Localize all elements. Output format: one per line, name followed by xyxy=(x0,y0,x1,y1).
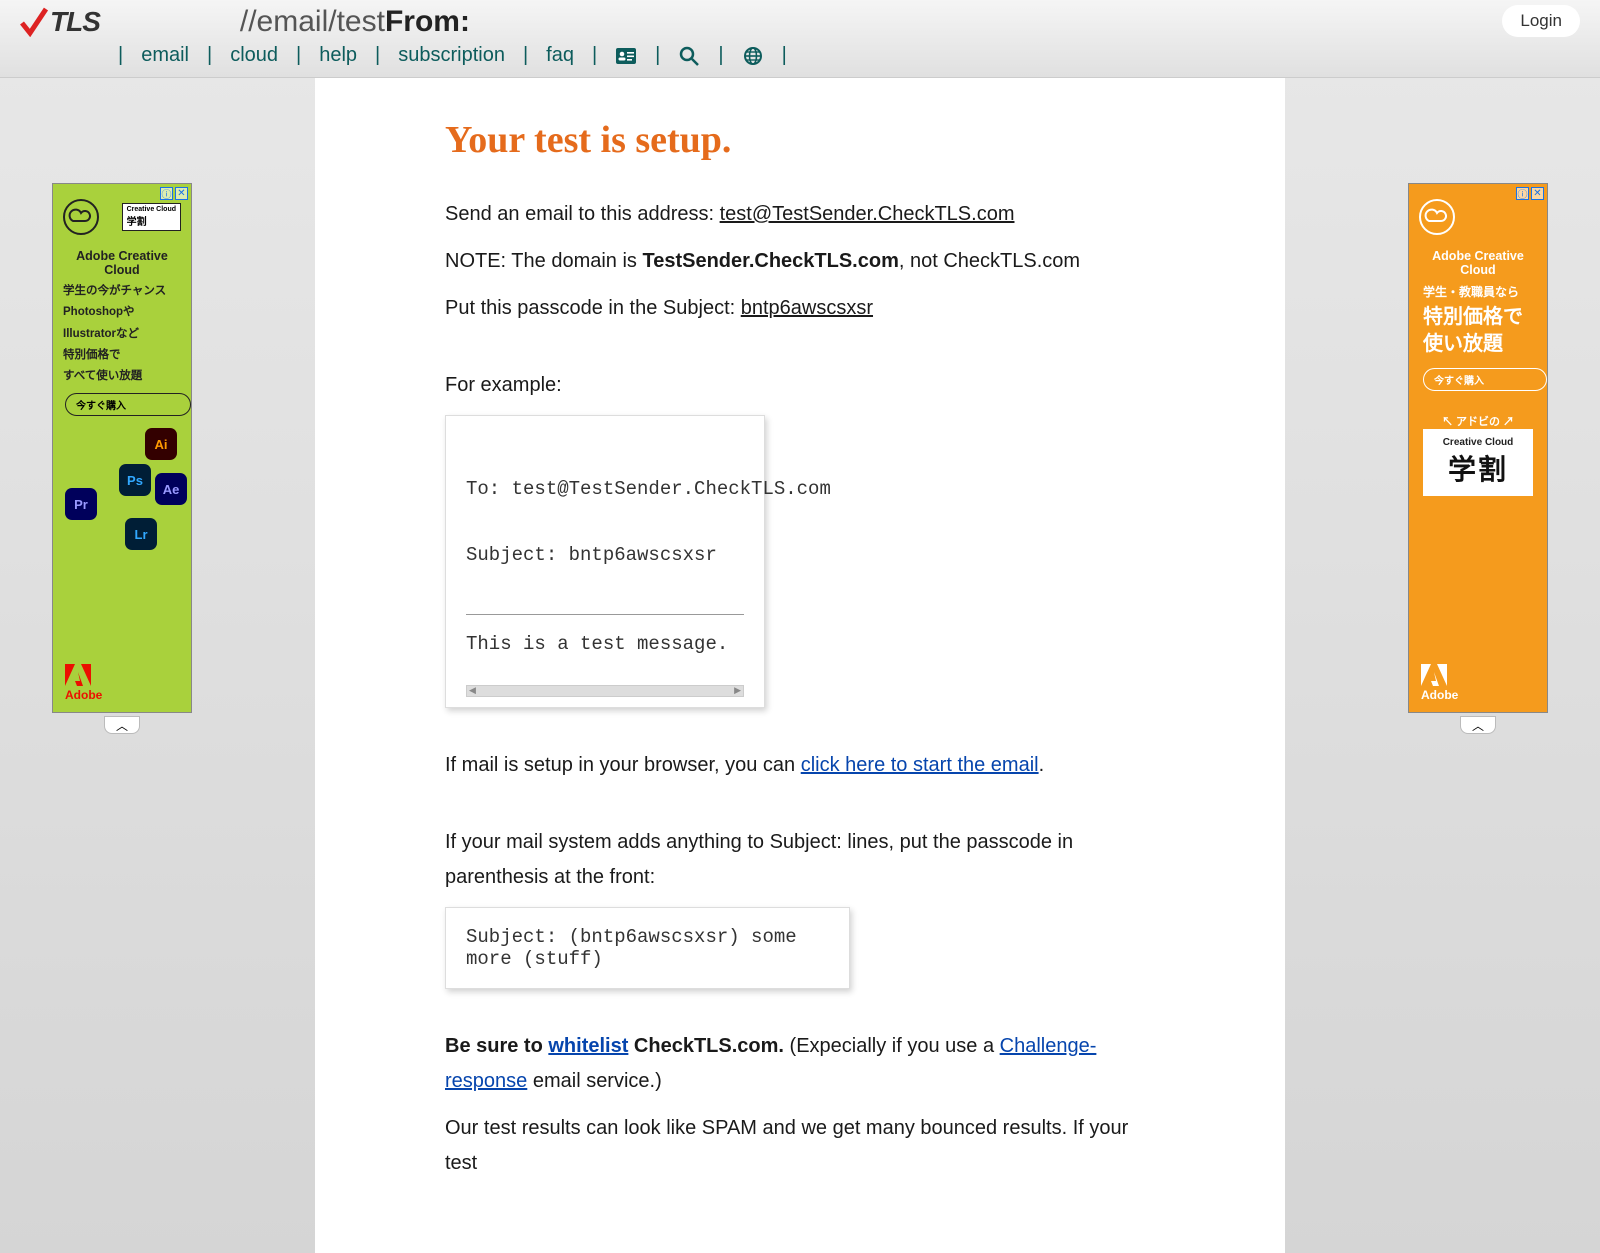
whitelist-link[interactable]: whitelist xyxy=(548,1035,628,1057)
nav: | email | cloud | help | subscription | … xyxy=(0,39,1600,72)
ad-left[interactable]: ⓘ✕ Creative Cloud学割 Adobe Creative Cloud… xyxy=(52,183,192,713)
ad-left-cta[interactable]: 今すぐ購入 xyxy=(65,393,191,416)
nav-help[interactable]: help xyxy=(319,44,357,67)
example-email-box: To: test@TestSender.CheckTLS.com Subject… xyxy=(445,415,765,708)
globe-icon[interactable] xyxy=(742,45,764,67)
subject-note: If your mail system adds anything to Sub… xyxy=(445,825,1155,895)
adobe-logo: Adobe xyxy=(65,664,102,702)
logo[interactable]: TLS xyxy=(20,6,100,38)
ad-right-title: Adobe Creative Cloud xyxy=(1409,245,1547,281)
example-subject: Subject: bntp6awscsxsr xyxy=(466,544,744,566)
passcode-value: bntp6awscsxsr xyxy=(741,297,873,319)
ad-right[interactable]: ⓘ✕ Adobe Creative Cloud 学生・教職員なら 特別価格で 使… xyxy=(1408,183,1548,713)
page-name: From: xyxy=(385,5,470,38)
page-path: //email/test xyxy=(240,5,385,38)
whitelist-line: Be sure to whitelist CheckTLS.com. (Expe… xyxy=(445,1029,1155,1099)
lightroom-icon: Lr xyxy=(125,518,157,550)
creative-cloud-icon xyxy=(1419,199,1455,235)
ad-right-box: ↖ アドビの ↗ Creative Cloud 学割 xyxy=(1423,429,1533,496)
page-title: //email/testFrom: xyxy=(240,5,470,39)
main-content: Your test is setup. Send an email to thi… xyxy=(315,78,1285,1253)
adchoices-icon[interactable]: ⓘ✕ xyxy=(1516,187,1544,200)
nav-email[interactable]: email xyxy=(141,44,189,67)
login-button[interactable]: Login xyxy=(1502,5,1580,37)
premiere-icon: Pr xyxy=(65,488,97,520)
send-line: Send an email to this address: test@Test… xyxy=(445,197,1155,232)
logo-text: TLS xyxy=(50,6,100,38)
photoshop-icon: Ps xyxy=(119,464,151,496)
example-to: To: test@TestSender.CheckTLS.com xyxy=(466,478,744,500)
creative-cloud-icon xyxy=(63,199,99,235)
ad-left-toggle[interactable]: ︿ xyxy=(104,716,140,734)
example-scrollbar[interactable]: ◀▶ xyxy=(466,685,744,697)
ad-left-box-small: Creative Cloud学割 xyxy=(122,203,181,231)
contact-card-icon[interactable] xyxy=(615,45,637,67)
nav-subscription[interactable]: subscription xyxy=(398,44,505,67)
ad-right-toggle[interactable]: ︿ xyxy=(1460,716,1496,734)
subject-example-box: Subject: (bntp6awscsxsr) some more (stuf… xyxy=(445,907,850,989)
adchoices-icon[interactable]: ⓘ✕ xyxy=(160,187,188,200)
checkmark-icon xyxy=(20,7,48,37)
mail-setup-line: If mail is setup in your browser, you ca… xyxy=(445,748,1155,783)
nav-faq[interactable]: faq xyxy=(546,44,574,67)
aftereffects-icon: Ae xyxy=(155,473,187,505)
for-example-label: For example: xyxy=(445,368,1155,403)
heading: Your test is setup. xyxy=(445,118,1155,162)
spam-note: Our test results can look like SPAM and … xyxy=(445,1111,1155,1181)
illustrator-icon: Ai xyxy=(145,428,177,460)
ad-right-cta[interactable]: 今すぐ購入 xyxy=(1423,368,1547,391)
passcode-line: Put this passcode in the Subject: bntp6a… xyxy=(445,291,1155,326)
header: TLS //email/testFrom: Login | email | cl… xyxy=(0,0,1600,78)
search-icon[interactable] xyxy=(678,45,700,67)
ad-left-title: Adobe Creative Cloud xyxy=(53,245,191,281)
test-email-address: test@TestSender.CheckTLS.com xyxy=(720,203,1015,225)
note-line: NOTE: The domain is TestSender.CheckTLS.… xyxy=(445,244,1155,279)
example-body: This is a test message. xyxy=(466,633,744,655)
adobe-logo: Adobe xyxy=(1421,664,1458,702)
nav-cloud[interactable]: cloud xyxy=(230,44,278,67)
start-email-link[interactable]: click here to start the email xyxy=(801,754,1039,776)
